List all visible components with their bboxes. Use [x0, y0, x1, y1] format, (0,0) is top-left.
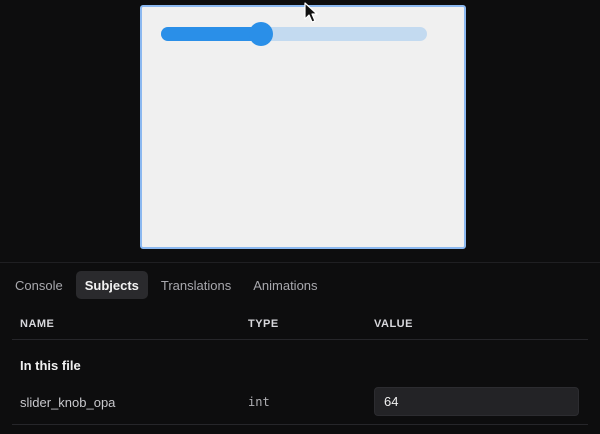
- slider[interactable]: [161, 22, 427, 46]
- tab-subjects[interactable]: Subjects: [75, 271, 148, 299]
- subject-name: slider_knob_opa: [20, 395, 116, 410]
- panel-divider: [0, 262, 600, 263]
- preview-area: [0, 0, 600, 262]
- preview-screen: [140, 5, 466, 249]
- tab-animations[interactable]: Animations: [244, 271, 326, 299]
- bottom-panel-tabs: Console Subjects Translations Animations: [6, 271, 327, 299]
- column-header-name: NAME: [20, 318, 55, 330]
- tab-console[interactable]: Console: [6, 271, 72, 299]
- mouse-cursor-icon: [304, 2, 318, 23]
- slider-fill: [161, 27, 261, 41]
- table-header: NAME TYPE VALUE: [12, 312, 588, 340]
- subject-type: int: [248, 395, 270, 409]
- column-header-type: TYPE: [248, 318, 279, 330]
- section-title: In this file: [20, 358, 81, 373]
- tab-translations[interactable]: Translations: [152, 271, 240, 299]
- table-row: slider_knob_opa int: [12, 385, 588, 425]
- subject-value-input[interactable]: [374, 387, 579, 416]
- slider-knob[interactable]: [248, 22, 273, 46]
- column-header-value: VALUE: [374, 318, 413, 330]
